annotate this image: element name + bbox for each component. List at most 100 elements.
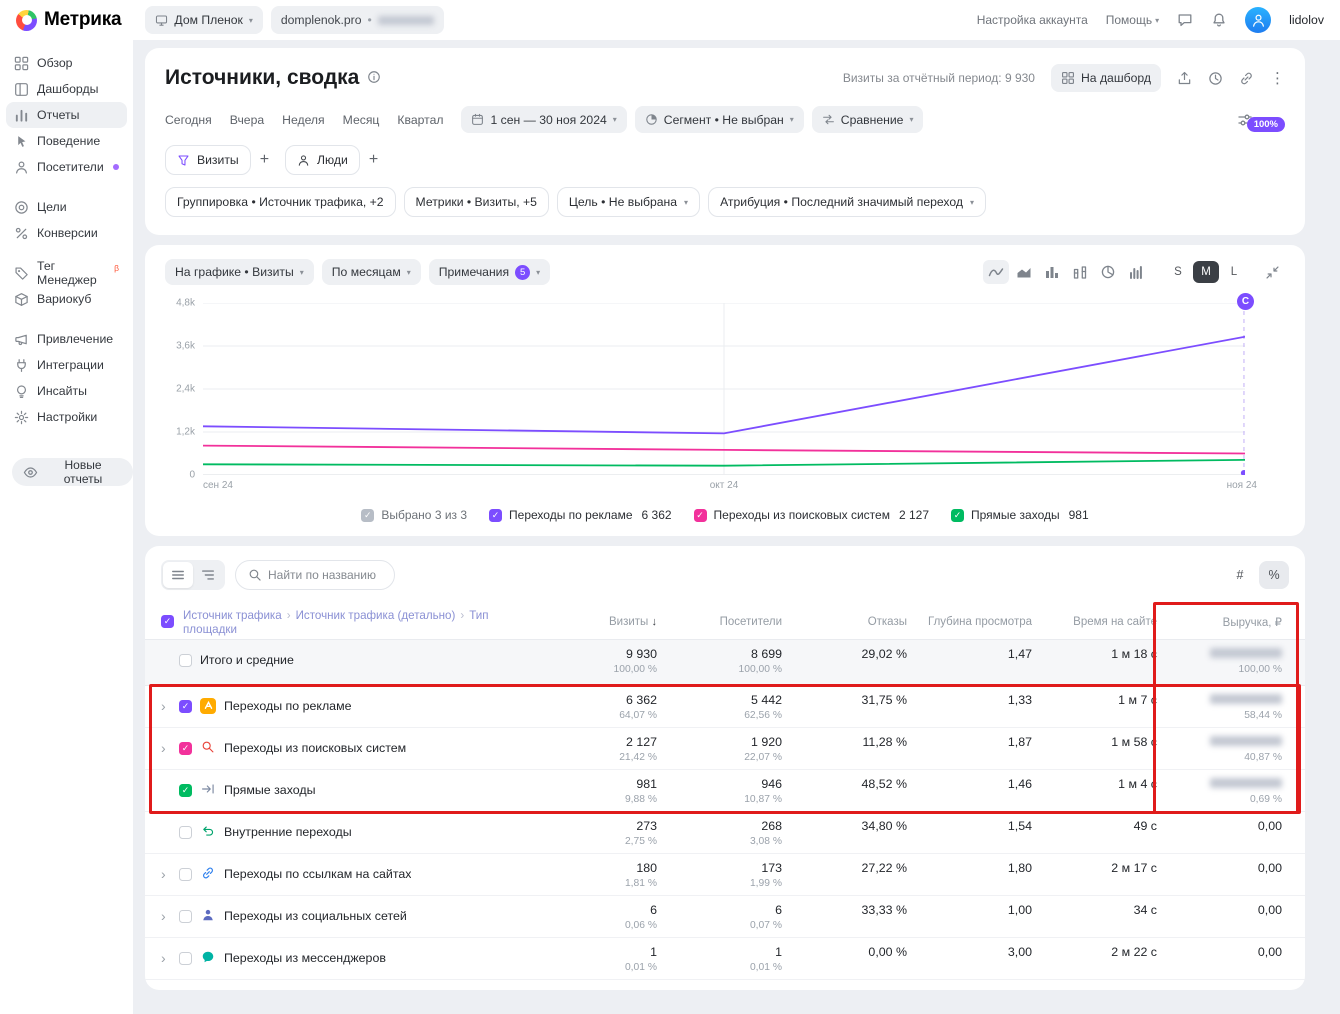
table-row[interactable]: ›✓Переходы из поисковых систем2 12721,42…	[145, 728, 1305, 770]
expand-chevron-icon[interactable]: ›	[161, 699, 171, 713]
dimension-link[interactable]: Источник трафика	[183, 609, 282, 622]
period-tab[interactable]: Сегодня	[165, 111, 212, 129]
table-search[interactable]	[235, 560, 395, 590]
report-setting-chip[interactable]: Атрибуция • Последний значимый переход▾	[708, 187, 986, 217]
search-input[interactable]	[268, 568, 382, 582]
sidebar-item-goals[interactable]: Цели	[6, 194, 127, 220]
more-menu-button[interactable]: ⋮	[1270, 71, 1285, 86]
chart-metric-selector[interactable]: На графике • Визиты ▾	[165, 259, 314, 285]
dimension-link[interactable]: Источник трафика (детально)	[296, 609, 456, 622]
percent-values-button[interactable]: %	[1259, 561, 1289, 589]
comparison-selector[interactable]: Сравнение ▾	[812, 106, 924, 133]
metrika-logo[interactable]: Метрика	[16, 9, 121, 31]
list-view-button[interactable]	[163, 562, 193, 588]
legend-select-all[interactable]: ✓Выбрано 3 из 3	[361, 508, 467, 522]
column-header[interactable]: Время на сайте	[1032, 616, 1157, 628]
counter-meta[interactable]: domplenok.pro •	[271, 6, 444, 34]
table-row[interactable]: Внутренние переходы2732,75 %2683,08 %34,…	[145, 812, 1305, 854]
segment-selector[interactable]: Сегмент • Не выбран ▾	[635, 106, 804, 133]
sidebar-item-overview[interactable]: Обзор	[6, 50, 127, 76]
chat-button[interactable]	[1177, 12, 1193, 28]
chart-plot[interactable]	[203, 303, 1245, 475]
legend-checkbox[interactable]: ✓	[694, 509, 707, 522]
add-segment-button[interactable]: +	[369, 152, 378, 168]
column-header[interactable]: Отказы	[782, 616, 907, 628]
chart-type-line-button[interactable]	[983, 260, 1009, 284]
column-header[interactable]: Выручка, ₽	[1157, 615, 1282, 629]
sidebar-item-behavior[interactable]: Поведение	[6, 128, 127, 154]
line-chart[interactable]: 4,8k3,6k2,4k1,2k0 C сен 24окт 24ноя 24	[165, 303, 1285, 494]
sidebar-item-settings[interactable]: Настройки	[6, 404, 127, 430]
expand-chevron-icon[interactable]: ›	[161, 867, 171, 881]
tree-view-button[interactable]	[193, 562, 223, 588]
share-link-button[interactable]	[1239, 71, 1254, 86]
collapse-chart-button[interactable]	[1259, 260, 1285, 284]
table-row[interactable]: ›Переходы по ссылкам на сайтах1801,81 %1…	[145, 854, 1305, 896]
chart-type-pie-button[interactable]	[1095, 260, 1121, 284]
row-checkbox[interactable]	[179, 868, 192, 881]
row-checkbox[interactable]: ✓	[179, 700, 192, 713]
segment-chip-Визиты[interactable]: Визиты	[165, 145, 251, 175]
report-setting-chip[interactable]: Группировка • Источник трафика, +2	[165, 187, 396, 217]
row-checkbox[interactable]: ✓	[179, 784, 192, 797]
new-reports-button[interactable]: Новые отчеты	[12, 458, 133, 486]
info-icon[interactable]	[367, 70, 381, 87]
legend-checkbox[interactable]: ✓	[951, 509, 964, 522]
sidebar-item-conversions[interactable]: Конверсии	[6, 220, 127, 246]
report-setting-chip[interactable]: Метрики • Визиты, +5	[404, 187, 549, 217]
notes-selector[interactable]: Примечания 5 ▾	[429, 259, 550, 285]
period-tab[interactable]: Неделя	[282, 111, 325, 129]
table-row[interactable]: ✓Прямые заходы9819,88 %94610,87 %48,52 %…	[145, 770, 1305, 812]
table-row-total[interactable]: Итого и средние9 930100,00 %8 699100,00 …	[145, 640, 1305, 686]
expand-chevron-icon[interactable]: ›	[161, 909, 171, 923]
row-checkbox[interactable]	[179, 826, 192, 839]
date-range-picker[interactable]: 1 сен — 30 ноя 2024 ▾	[461, 106, 626, 133]
period-tab[interactable]: Квартал	[397, 111, 443, 129]
absolute-values-button[interactable]: #	[1225, 561, 1255, 589]
history-button[interactable]	[1208, 71, 1223, 86]
legend-item[interactable]: ✓Прямые заходы981	[951, 508, 1089, 522]
column-header[interactable]: Визиты ↓	[532, 616, 657, 628]
row-checkbox[interactable]	[179, 654, 192, 667]
chart-size-M[interactable]: M	[1193, 261, 1219, 283]
avatar[interactable]	[1245, 7, 1271, 33]
help-link[interactable]: Помощь ▾	[1106, 13, 1159, 27]
period-tab[interactable]: Месяц	[343, 111, 380, 129]
legend-item[interactable]: ✓Переходы по рекламе6 362	[489, 508, 672, 522]
sidebar-item-visitors[interactable]: Посетители	[6, 154, 127, 180]
chart-type-area-button[interactable]	[1011, 260, 1037, 284]
export-button[interactable]	[1177, 71, 1192, 86]
sidebar-item-tag-manager[interactable]: Тег Менеджерβ	[6, 260, 127, 286]
row-checkbox[interactable]: ✓	[179, 742, 192, 755]
sidebar-item-dashboards[interactable]: Дашборды	[6, 76, 127, 102]
counter-selector[interactable]: Дом Пленок ▾	[145, 6, 262, 34]
notifications-button[interactable]	[1211, 12, 1227, 28]
sidebar-item-variocube[interactable]: Вариокуб	[6, 286, 127, 312]
sidebar-item-acquisition[interactable]: Привлечение	[6, 326, 127, 352]
chart-size-S[interactable]: S	[1165, 261, 1191, 283]
legend-checkbox[interactable]: ✓	[361, 509, 374, 522]
chart-grouping-selector[interactable]: По месяцам ▾	[322, 259, 421, 285]
legend-item[interactable]: ✓Переходы из поисковых систем2 127	[694, 508, 929, 522]
legend-checkbox[interactable]: ✓	[489, 509, 502, 522]
account-settings-link[interactable]: Настройка аккаунта	[977, 13, 1088, 27]
chart-type-columns-button[interactable]	[1123, 260, 1149, 284]
expand-chevron-icon[interactable]: ›	[161, 741, 171, 755]
chart-annotation-marker[interactable]: C	[1237, 293, 1254, 310]
segment-chip-Люди[interactable]: Люди	[285, 145, 360, 175]
table-row[interactable]: ›Переходы из социальных сетей60,06 %60,0…	[145, 896, 1305, 938]
sidebar-item-integrations[interactable]: Интеграции	[6, 352, 127, 378]
chart-type-bars-button[interactable]	[1039, 260, 1065, 284]
add-segment-button[interactable]: +	[260, 152, 269, 168]
select-all-checkbox[interactable]: ✓	[161, 615, 174, 628]
table-row[interactable]: ›Переходы из мессенджеров10,01 %10,01 %0…	[145, 938, 1305, 980]
sidebar-item-insights[interactable]: Инсайты	[6, 378, 127, 404]
chart-size-L[interactable]: L	[1221, 261, 1247, 283]
period-tab[interactable]: Вчера	[230, 111, 264, 129]
sidebar-item-reports[interactable]: Отчеты	[6, 102, 127, 128]
chart-type-stacked-button[interactable]	[1067, 260, 1093, 284]
column-header[interactable]: Глубина просмотра	[907, 616, 1032, 628]
column-header[interactable]: Посетители	[657, 616, 782, 628]
table-row[interactable]: ›✓Переходы по рекламе6 36264,07 %5 44262…	[145, 686, 1305, 728]
sampling-control[interactable]: 100%	[1237, 112, 1285, 128]
